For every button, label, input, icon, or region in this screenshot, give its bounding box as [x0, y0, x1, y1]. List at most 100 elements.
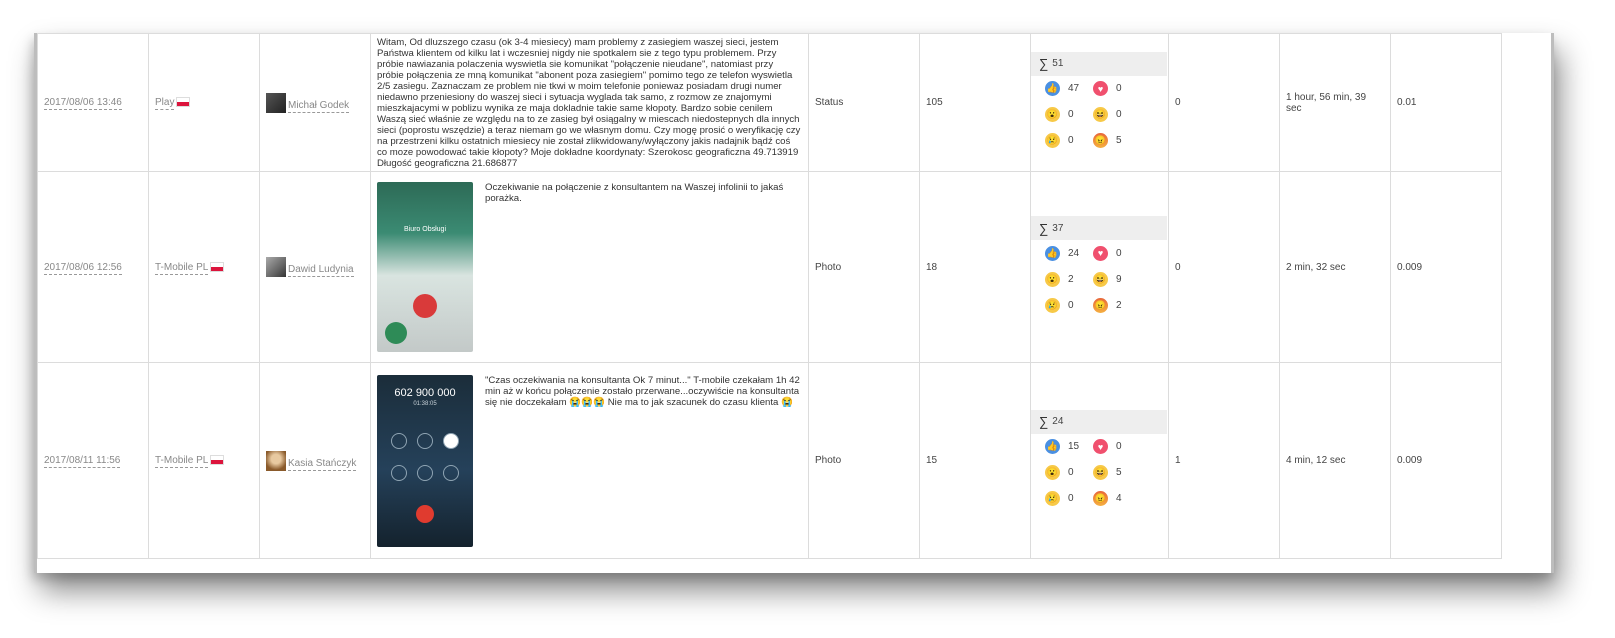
sad-face-icon: 😢: [1045, 133, 1060, 148]
thumbs-up-icon: 👍: [1045, 245, 1060, 261]
wow-count: 0: [1068, 109, 1074, 120]
response-time-cell: 4 min, 12 sec: [1279, 362, 1391, 559]
heart-icon: ♥: [1093, 81, 1108, 96]
wow-face-icon: 😮: [1045, 107, 1060, 122]
avatar[interactable]: [266, 257, 286, 277]
post-photo[interactable]: Biuro Obsługi: [377, 182, 473, 352]
thumbs-up-icon: 👍: [1045, 81, 1060, 96]
reactions-total: ∑ 24: [1031, 409, 1167, 434]
haha-count: 9: [1116, 273, 1122, 285]
thumbs-up-icon: 👍: [1045, 439, 1060, 454]
sad-face-icon: 😢: [1045, 297, 1060, 313]
comments-cell: 0: [1168, 33, 1280, 172]
reactions-total: ∑ 51: [1031, 51, 1167, 76]
author-link[interactable]: Dawid Ludynia: [288, 264, 354, 277]
like-count: 15: [1068, 441, 1080, 452]
haha-count: 0: [1116, 109, 1122, 120]
author-cell: Michał Godek: [259, 33, 371, 172]
date-cell: 2017/08/11 11:56: [37, 362, 149, 559]
message-cell: 602 900 000 01:38:05 "Czas oczekiwania n…: [370, 362, 809, 559]
photo-screen-title: Biuro Obsługi: [403, 226, 447, 233]
rate-cell: 0.009: [1390, 362, 1502, 559]
sad-count: 0: [1068, 299, 1074, 311]
author-cell: Kasia Stańczyk: [259, 362, 371, 559]
rate-cell: 0.009: [1390, 171, 1502, 363]
response-time-cell: 2 min, 32 sec: [1279, 171, 1391, 363]
avatar[interactable]: [266, 450, 286, 471]
keypad-icon: [417, 432, 433, 449]
laugh-face-icon: 😆: [1093, 107, 1108, 122]
author-link[interactable]: Michał Godek: [288, 100, 350, 113]
laugh-face-icon: 😆: [1093, 465, 1108, 480]
sigma-icon: ∑: [1039, 414, 1049, 429]
reactions-cell: ∑ 37 👍 24 ♥ 0 😮 2 😆 9 😢 0 😠 2: [1030, 171, 1169, 363]
end-call-icon: [416, 504, 434, 523]
avatar[interactable]: [266, 92, 286, 113]
angry-face-icon: 😠: [1093, 491, 1108, 506]
sigma-icon: ∑: [1039, 56, 1049, 71]
post-message: "Czas oczekiwania na konsultanta Ok 7 mi…: [485, 374, 800, 408]
wow-count: 2: [1068, 273, 1074, 285]
count-cell: 105: [919, 33, 1031, 172]
angry-count: 4: [1116, 493, 1122, 504]
love-count: 0: [1116, 441, 1122, 452]
rate-cell: 0.01: [1390, 33, 1502, 172]
page-link[interactable]: T-Mobile PL: [155, 455, 209, 468]
post-message: Oczekiwanie na połączenie z konsultantem…: [485, 182, 784, 204]
angry-face-icon: 😠: [1093, 297, 1108, 313]
heart-icon: ♥: [1093, 439, 1108, 454]
speaker-icon: [443, 432, 459, 449]
sigma-icon: ∑: [1039, 220, 1049, 236]
page-cell: T-Mobile PL: [148, 171, 260, 363]
heart-icon: ♥: [1093, 245, 1108, 261]
call-timer: 01:38:05: [413, 400, 437, 407]
poland-flag-icon: [210, 455, 225, 466]
laugh-face-icon: 😆: [1093, 271, 1108, 287]
wow-face-icon: 😮: [1045, 271, 1060, 287]
end-call-icon: [413, 294, 437, 318]
reactions-cell: ∑ 24 👍 15 ♥ 0 😮 0 😆 5 😢 0 😠 4: [1030, 362, 1169, 559]
message-cell: Witam, Od dluzszego czasu (ok 3-4 miesie…: [370, 33, 809, 172]
post-photo[interactable]: 602 900 000 01:38:05: [377, 374, 473, 547]
table-row: 2017/08/06 13:46 Play Michał Godek Witam…: [37, 33, 1552, 172]
page-cell: T-Mobile PL: [148, 362, 260, 559]
post-date-link[interactable]: 2017/08/06 12:56: [44, 261, 122, 275]
page-cell: Play: [148, 33, 260, 172]
contacts-icon: [443, 464, 459, 481]
message-cell: Biuro Obsługi Oczekiwanie na połączenie …: [370, 171, 809, 363]
page-link[interactable]: T-Mobile PL: [155, 261, 209, 275]
response-time-cell: 1 hour, 56 min, 39 sec: [1279, 33, 1391, 172]
like-count: 47: [1068, 83, 1080, 94]
page-link[interactable]: Play: [155, 97, 175, 110]
date-cell: 2017/08/06 12:56: [37, 171, 149, 363]
phone-number-display: 602 900 000: [394, 386, 456, 399]
table-row: 2017/08/06 12:56 T-Mobile PL Dawid Ludyn…: [37, 171, 1552, 363]
sad-count: 0: [1068, 135, 1074, 146]
posts-table-panel: 2017/08/06 13:46 Play Michał Godek Witam…: [34, 33, 1554, 573]
mute-icon: [391, 432, 407, 449]
author-link[interactable]: Kasia Stańczyk: [288, 458, 357, 471]
comments-cell: 1: [1168, 362, 1280, 559]
love-count: 0: [1116, 83, 1122, 94]
like-count: 24: [1068, 247, 1080, 259]
wow-face-icon: 😮: [1045, 465, 1060, 480]
post-date-link[interactable]: 2017/08/11 11:56: [44, 455, 121, 468]
type-cell: Photo: [808, 171, 920, 363]
wow-count: 0: [1068, 467, 1074, 478]
love-count: 0: [1116, 247, 1122, 259]
add-call-icon: [391, 464, 407, 481]
post-date-link[interactable]: 2017/08/06 13:46: [44, 97, 122, 110]
comments-cell: 0: [1168, 171, 1280, 363]
poland-flag-icon: [210, 261, 225, 272]
posts-table: 2017/08/06 13:46 Play Michał Godek Witam…: [37, 33, 1552, 559]
facetime-icon: [417, 464, 433, 481]
angry-count: 2: [1116, 299, 1122, 311]
type-cell: Photo: [808, 362, 920, 559]
angry-face-icon: 😠: [1093, 133, 1108, 148]
sad-face-icon: 😢: [1045, 491, 1060, 506]
author-cell: Dawid Ludynia: [259, 171, 371, 363]
haha-count: 5: [1116, 467, 1122, 478]
reactions-cell: ∑ 51 👍 47 ♥ 0 😮 0 😆 0 😢 0 😠 5: [1030, 33, 1169, 172]
sad-count: 0: [1068, 493, 1074, 504]
date-cell: 2017/08/06 13:46: [37, 33, 149, 172]
